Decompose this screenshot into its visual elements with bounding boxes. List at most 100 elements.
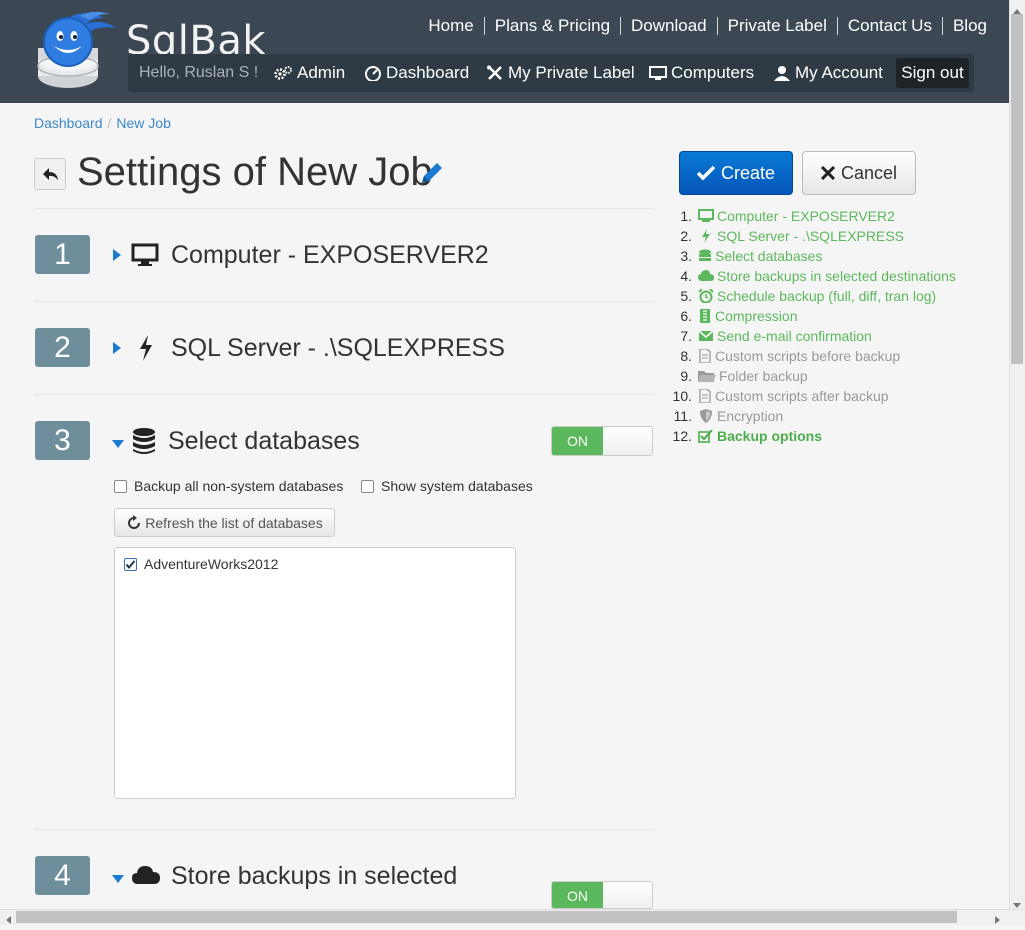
nav-private-label-link[interactable]: Private Label <box>718 16 837 36</box>
section-divider <box>34 829 654 830</box>
toggle-on-label: ON <box>552 427 603 455</box>
step-list-number: 4. <box>680 268 692 284</box>
sign-out-button[interactable]: Sign out <box>896 58 969 88</box>
dashboard-gauge-icon <box>365 66 381 81</box>
nav-blog-link[interactable]: Blog <box>943 16 987 36</box>
step-3-title[interactable]: Select databases <box>168 427 360 456</box>
step-list-item-12[interactable]: 12. Backup options <box>672 426 822 446</box>
collapse-caret-icon[interactable] <box>111 436 125 454</box>
page-title: Settings of New Job <box>77 150 433 194</box>
show-system-checkbox-row[interactable]: Show system databases <box>361 478 533 494</box>
expand-caret-icon[interactable] <box>112 341 122 360</box>
computers-link[interactable]: Computers <box>649 63 754 83</box>
step-2-badge: 2 <box>35 328 90 367</box>
step-list-number: 8. <box>680 348 692 364</box>
cloud-icon <box>698 270 714 281</box>
step-list-item-2[interactable]: 2. SQL Server - .\SQLEXPRESS <box>672 226 904 246</box>
sqlbak-logo-icon[interactable] <box>34 10 124 96</box>
my-private-label-link[interactable]: My Private Label <box>486 63 635 83</box>
my-account-link[interactable]: My Account <box>773 63 883 83</box>
shield-icon <box>700 409 712 423</box>
cancel-label: Cancel <box>840 162 898 183</box>
scroll-left-arrow-icon[interactable] <box>4 912 12 930</box>
dashboard-link[interactable]: Dashboard <box>364 63 469 83</box>
step-list-number: 6. <box>680 308 692 324</box>
monitor-icon <box>131 242 159 273</box>
breadcrumb-current: New Job <box>116 115 171 131</box>
back-button[interactable] <box>34 158 66 190</box>
database-checkbox[interactable] <box>124 557 137 571</box>
refresh-databases-button[interactable]: Refresh the list of databases <box>114 508 335 537</box>
collapse-caret-icon[interactable] <box>111 871 125 889</box>
nav-download-link[interactable]: Download <box>621 16 717 36</box>
database-icon <box>699 249 711 261</box>
step-2-title[interactable]: SQL Server - .\SQLEXPRESS <box>171 334 505 363</box>
check-square-icon <box>698 429 713 443</box>
expand-caret-icon[interactable] <box>112 248 122 267</box>
step-1-badge: 1 <box>35 235 90 274</box>
create-button[interactable]: Create <box>679 151 793 195</box>
admin-link[interactable]: Admin <box>273 63 345 83</box>
scroll-right-arrow-icon[interactable] <box>994 912 1002 930</box>
nav-home-link[interactable]: Home <box>418 16 483 36</box>
toggle-handle <box>603 427 652 455</box>
breadcrumb-dashboard-link[interactable]: Dashboard <box>34 115 103 131</box>
vertical-scroll-thumb[interactable] <box>1011 14 1023 364</box>
file-icon <box>699 389 711 403</box>
nav-contact-us-link[interactable]: Contact Us <box>838 16 942 36</box>
step-3-badge: 3 <box>35 421 90 460</box>
step-list-label: Computer - EXPOSERVER2 <box>717 208 895 224</box>
my-private-label-label: My Private Label <box>508 63 635 82</box>
step-list-item-3[interactable]: 3. Select databases <box>672 246 822 266</box>
admin-label: Admin <box>297 63 346 82</box>
step-list-label: Send e-mail confirmation <box>717 328 872 344</box>
step-list-item-1[interactable]: 1. Computer - EXPOSERVER2 <box>672 206 895 226</box>
step-1-title[interactable]: Computer - EXPOSERVER2 <box>171 241 489 270</box>
envelope-icon <box>698 330 714 341</box>
top-navigation: Home Plans & Pricing Download Private La… <box>418 16 987 36</box>
checkmark-icon <box>696 165 715 181</box>
step-list-label: Encryption <box>717 408 784 424</box>
user-subnav: Hello, Ruslan S ! Admin Dashboard My Pri… <box>128 54 974 92</box>
section-divider <box>34 301 654 302</box>
refresh-icon <box>128 514 141 529</box>
step-list-label: Backup options <box>717 428 823 444</box>
close-icon <box>820 166 835 180</box>
gears-icon <box>274 66 292 80</box>
step-list-item-6[interactable]: 6. Compression <box>672 306 797 326</box>
step-list-item-4[interactable]: 4. Store backups in selected destination… <box>672 266 956 286</box>
step-list-label: Custom scripts after backup <box>715 388 889 404</box>
backup-all-checkbox[interactable] <box>114 479 127 493</box>
step-list-item-11[interactable]: 11. Encryption <box>672 406 784 426</box>
step-list-number: 11. <box>673 408 692 424</box>
database-name: AdventureWorks2012 <box>144 556 279 572</box>
nav-plans-pricing-link[interactable]: Plans & Pricing <box>485 16 620 36</box>
pencil-edit-icon[interactable] <box>418 159 446 192</box>
step-list-number: 3. <box>680 248 692 264</box>
step-list-item-10[interactable]: 10. Custom scripts after backup <box>672 386 889 406</box>
backup-all-checkbox-row[interactable]: Backup all non-system databases <box>114 478 343 494</box>
store-backups-toggle[interactable]: ON <box>551 881 653 909</box>
section-divider <box>34 208 654 209</box>
database-list[interactable]: AdventureWorks2012 <box>114 547 516 799</box>
step-list-number: 9. <box>680 368 692 384</box>
list-item[interactable]: AdventureWorks2012 <box>124 556 278 572</box>
step-list-label: Custom scripts before backup <box>715 348 901 364</box>
horizontal-scroll-thumb[interactable] <box>16 911 957 923</box>
database-icon <box>132 427 156 460</box>
step-4-title[interactable]: Store backups in selected <box>171 862 457 891</box>
step-list-number: 1. <box>680 208 692 224</box>
step-list-item-5[interactable]: 5. Schedule backup (full, diff, tran log… <box>672 286 936 306</box>
cancel-button[interactable]: Cancel <box>802 151 916 195</box>
breadcrumb: Dashboard / New Job <box>34 115 171 131</box>
toggle-on-label: ON <box>552 882 603 908</box>
step-list-item-7[interactable]: 7. Send e-mail confirmation <box>672 326 872 346</box>
step-list-item-9[interactable]: 9. Folder backup <box>672 366 807 386</box>
checkmark-icon <box>125 559 136 569</box>
step-list-label: Select databases <box>715 248 823 264</box>
select-databases-toggle[interactable]: ON <box>551 426 653 456</box>
refresh-label: Refresh the list of databases <box>145 514 323 531</box>
step-list-item-8[interactable]: 8. Custom scripts before backup <box>672 346 900 366</box>
show-system-checkbox[interactable] <box>361 479 374 493</box>
bolt-icon <box>138 334 154 367</box>
